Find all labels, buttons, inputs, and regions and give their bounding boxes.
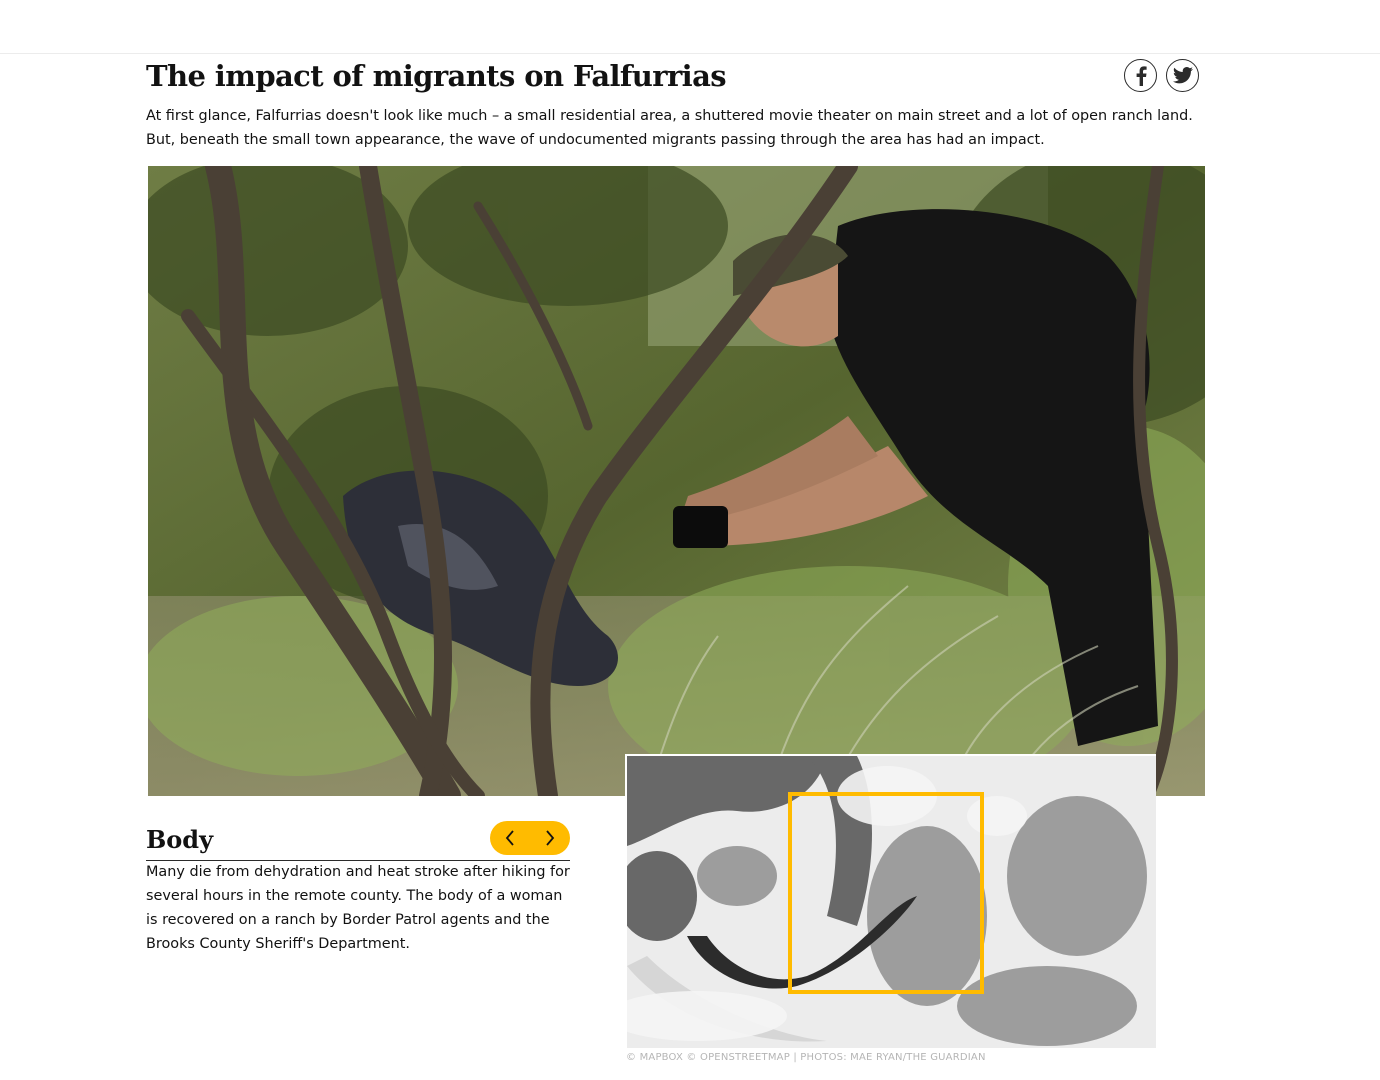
locator-map [625,754,1156,1048]
top-divider [0,53,1380,54]
facebook-icon [1136,65,1147,86]
map-highlight-box [788,792,984,994]
hero-photo [148,166,1205,796]
slide-caption: Many die from dehydration and heat strok… [146,864,570,952]
slide-title: Body [146,825,214,854]
twitter-icon [1172,67,1193,84]
chevron-left-icon [505,830,514,846]
share-facebook-button[interactable] [1124,59,1157,92]
standfirst: At first glance, Falfurrias doesn't look… [146,108,1193,148]
slide-navigation [490,821,570,855]
share-twitter-button[interactable] [1166,59,1199,92]
next-slide-button[interactable] [532,821,568,855]
previous-slide-button[interactable] [492,821,528,855]
chevron-right-icon [546,830,555,846]
map-credit: © MAPBOX © OPENSTREETMAP | PHOTOS: MAE R… [626,1052,986,1063]
page-title: The impact of migrants on Falfurrias [146,59,727,93]
